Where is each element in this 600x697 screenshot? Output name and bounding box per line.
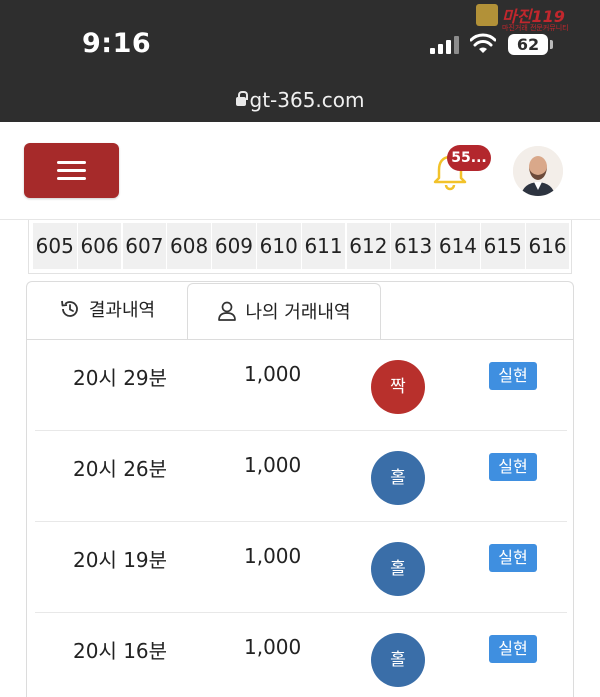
round-number-strip: 605 606 607 608 609 610 611 612 613 614 615 616	[28, 220, 572, 274]
avatar-image	[513, 146, 563, 196]
trade-time: 20시 19분	[73, 548, 168, 572]
round-number-cell[interactable]: 605	[33, 223, 77, 269]
list-item: 20시 19분 1,000 홀 실현	[35, 522, 567, 613]
round-number-cell[interactable]: 608	[167, 223, 211, 269]
tab-bar: 결과내역 나의 거래내역	[26, 281, 574, 340]
round-number-cell[interactable]: 615	[481, 223, 525, 269]
cellular-signal-icon	[430, 36, 460, 54]
trade-time: 20시 26분	[73, 457, 168, 481]
status-time: 9:16	[82, 28, 152, 59]
app-header: 55...	[0, 122, 600, 220]
trade-history-list: 20시 29분 1,000 짝 실현 20시 26분 1,000 홀 실현 20…	[26, 339, 574, 697]
user-icon	[218, 301, 237, 321]
pick-ball: 홀	[371, 451, 425, 505]
round-number-cell[interactable]: 610	[257, 223, 301, 269]
notification-badge: 55...	[447, 145, 491, 171]
address-bar[interactable]: gt-365.com	[0, 88, 600, 112]
trade-amount: 1,000	[244, 635, 302, 659]
list-item: 20시 26분 1,000 홀 실현	[35, 431, 567, 522]
trade-time: 20시 16분	[73, 639, 168, 663]
hamburger-menu-button[interactable]	[24, 143, 119, 198]
status-badge: 실현	[489, 362, 537, 390]
status-badge: 실현	[489, 544, 537, 572]
trade-amount: 1,000	[244, 453, 302, 477]
tab-results-history[interactable]: 결과내역	[27, 282, 187, 340]
url-text: gt-365.com	[249, 88, 365, 112]
round-number-cell[interactable]: 614	[436, 223, 480, 269]
avatar[interactable]	[513, 146, 563, 196]
status-badge: 실현	[489, 635, 537, 663]
tab-my-trades-label: 나의 거래내역	[245, 302, 351, 323]
pick-ball: 짝	[371, 360, 425, 414]
lock-icon	[235, 91, 248, 106]
watermark-subtitle: 마진거래 전문커뮤니티	[502, 24, 569, 32]
trade-amount: 1,000	[244, 544, 302, 568]
battery-tip	[550, 40, 553, 49]
list-item: 20시 29분 1,000 짝 실현	[35, 340, 567, 431]
trade-amount: 1,000	[244, 362, 302, 386]
round-number-cell[interactable]: 612	[346, 223, 391, 269]
list-item: 20시 16분 1,000 홀 실현	[35, 613, 567, 697]
round-number-cell[interactable]: 613	[391, 223, 435, 269]
trade-time: 20시 29분	[73, 366, 168, 390]
status-badge: 실현	[489, 453, 537, 481]
pick-ball: 홀	[371, 633, 425, 687]
pick-ball: 홀	[371, 542, 425, 596]
tab-my-trades[interactable]: 나의 거래내역	[187, 283, 381, 340]
battery-level: 62	[508, 34, 548, 55]
status-bar: 9:16 62 마진119 마진거래 전문커뮤니티 gt-365.com	[0, 0, 600, 122]
round-number-cell[interactable]: 609	[212, 223, 256, 269]
tab-results-history-label: 결과내역	[88, 300, 156, 321]
wifi-icon	[470, 33, 496, 53]
round-number-cell[interactable]: 611	[301, 223, 346, 269]
round-number-cell[interactable]: 616	[525, 223, 570, 269]
round-number-cell[interactable]: 606	[77, 223, 122, 269]
watermark-logo: 마진119 마진거래 전문커뮤니티	[476, 4, 596, 34]
history-icon	[60, 300, 78, 317]
watermark-emblem	[476, 4, 498, 26]
round-number-cell[interactable]: 607	[122, 223, 167, 269]
